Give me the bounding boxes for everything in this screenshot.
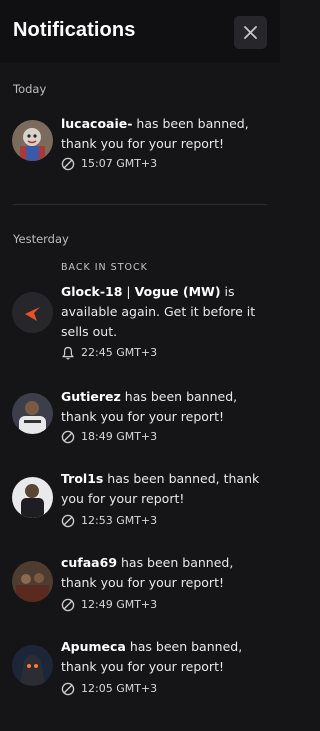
ban-icon bbox=[61, 598, 75, 612]
ban-icon bbox=[61, 514, 75, 528]
notification-message: lucacoaie- has been banned, thank you fo… bbox=[61, 116, 249, 151]
item-name[interactable]: Glock-18 bbox=[61, 284, 122, 299]
bell-icon bbox=[62, 346, 74, 360]
notifications-panel: Notifications Today lucacoaie- has been … bbox=[0, 0, 280, 731]
brand-logo-icon bbox=[25, 307, 40, 321]
section-label-today: Today bbox=[13, 82, 47, 96]
avatar bbox=[12, 393, 53, 434]
avatar bbox=[12, 120, 53, 161]
timestamp: 12:49 GMT+3 bbox=[81, 598, 158, 611]
avatar bbox=[12, 645, 53, 686]
avatar bbox=[12, 477, 53, 518]
timestamp: 22:45 GMT+3 bbox=[81, 346, 158, 359]
item-skin[interactable]: Vogue (MW) bbox=[135, 284, 221, 299]
ban-icon bbox=[61, 430, 75, 444]
divider bbox=[13, 204, 267, 205]
timestamp: 12:05 GMT+3 bbox=[81, 682, 158, 695]
notification-message: Trol1s has been banned, thank you for yo… bbox=[61, 471, 260, 506]
page-title: Notifications bbox=[13, 19, 136, 41]
avatar bbox=[12, 561, 53, 602]
timestamp: 15:07 GMT+3 bbox=[81, 157, 158, 170]
back-in-stock-tag: BACK IN STOCK bbox=[61, 262, 148, 273]
section-label-yesterday: Yesterday bbox=[13, 232, 69, 246]
close-button[interactable] bbox=[234, 16, 267, 49]
notification-message: Glock-18 | Vogue (MW) is available again… bbox=[61, 284, 256, 339]
timestamp: 18:49 GMT+3 bbox=[81, 430, 158, 443]
timestamp: 12:53 GMT+3 bbox=[81, 514, 158, 527]
ban-icon bbox=[61, 682, 75, 696]
notification-message: Apumeca has been banned, thank you for y… bbox=[61, 639, 243, 674]
close-icon bbox=[244, 26, 257, 39]
notification-message: Gutierez has been banned, thank you for … bbox=[61, 389, 238, 424]
username[interactable]: Gutierez bbox=[61, 389, 121, 404]
username[interactable]: lucacoaie- bbox=[61, 116, 132, 131]
username[interactable]: Trol1s bbox=[61, 471, 103, 486]
username[interactable]: cufaa69 bbox=[61, 555, 117, 570]
notification-message: cufaa69 has been banned, thank you for y… bbox=[61, 555, 234, 590]
username[interactable]: Apumeca bbox=[61, 639, 126, 654]
logo-avatar bbox=[12, 292, 53, 333]
ban-icon bbox=[61, 157, 75, 171]
panel-header: Notifications bbox=[0, 0, 280, 63]
